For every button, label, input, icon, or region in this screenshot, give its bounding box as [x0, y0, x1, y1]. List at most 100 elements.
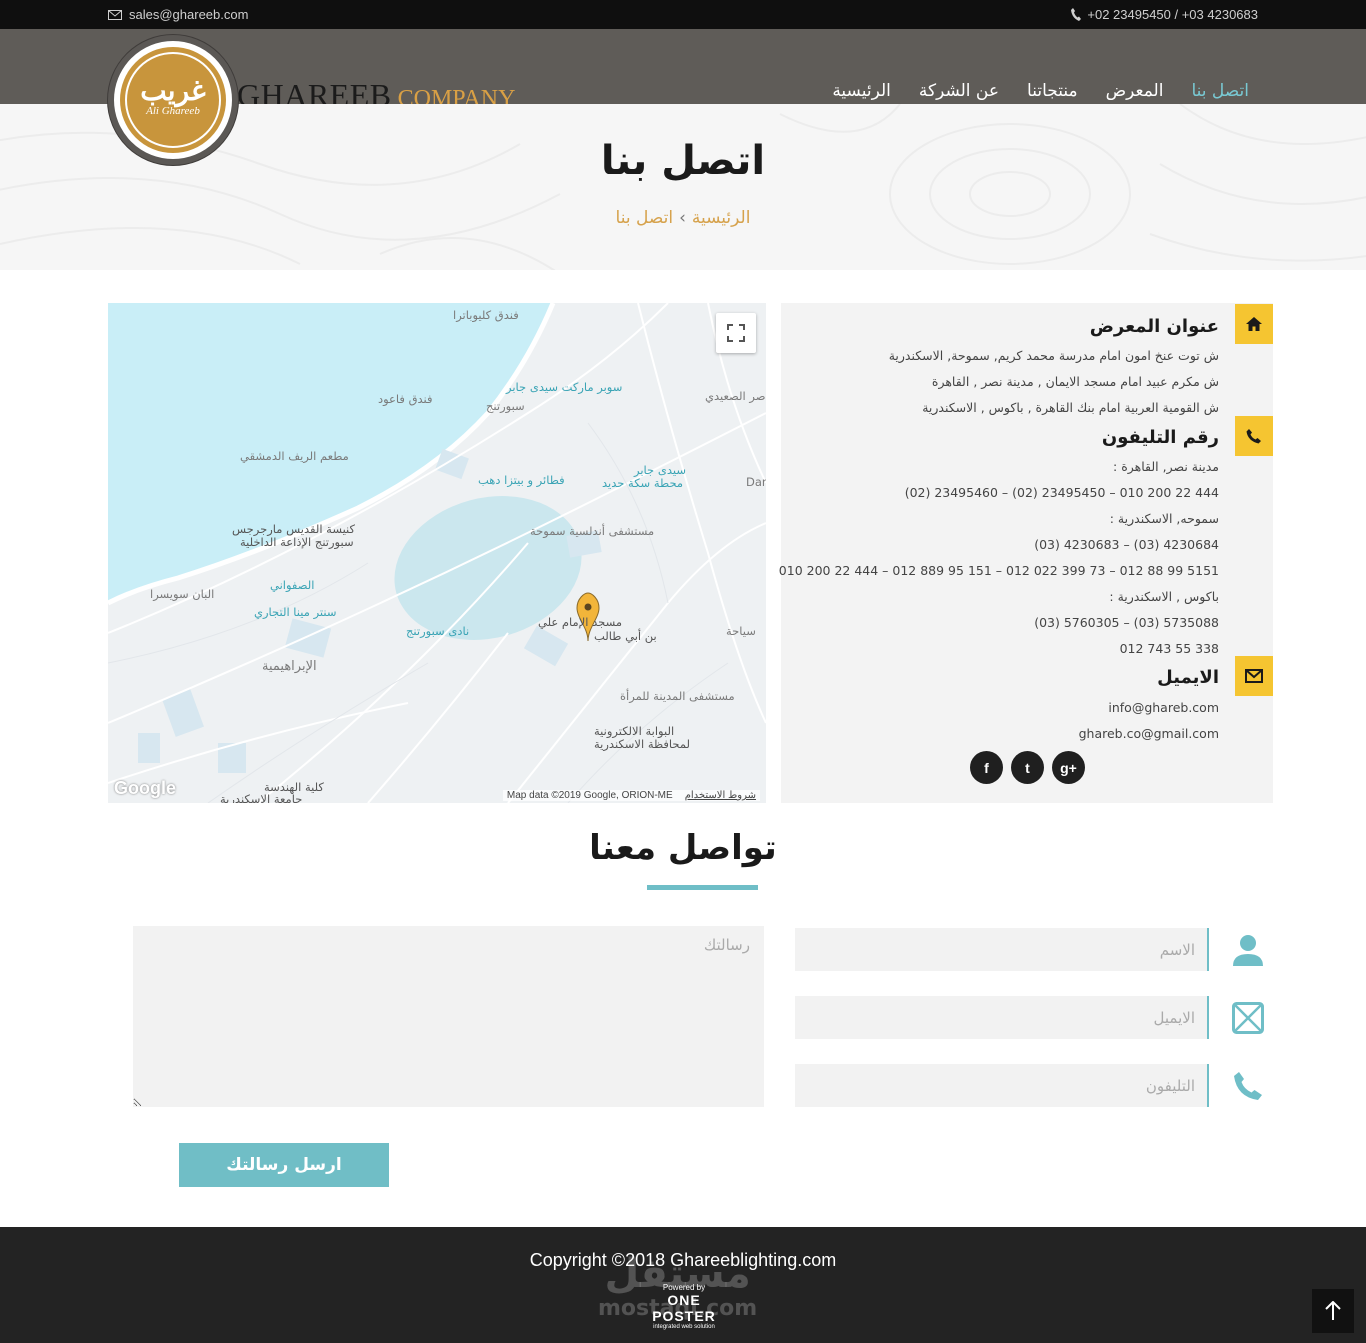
breadcrumb-separator: ›	[679, 208, 686, 228]
nav-gallery[interactable]: المعرض	[1106, 81, 1164, 101]
top-phone-text: +02 23495450 / +03 4230683	[1087, 7, 1258, 22]
email-title: الايميل	[1157, 667, 1219, 688]
top-phone: +02 23495450 / +03 4230683	[1071, 7, 1258, 22]
map-label: البان سويسرا	[150, 587, 215, 601]
social-links: f t g+	[970, 751, 1085, 784]
name-input[interactable]	[795, 928, 1207, 971]
phone-icon	[1071, 8, 1082, 21]
one-poster-tagline: integrated web solution	[653, 1324, 715, 1330]
top-email-text: sales@ghareeb.com	[129, 7, 249, 22]
phone-line: (02) 23495460 – (02) 23495450 – 010 200 …	[904, 485, 1219, 500]
logo-badge: غريب Ali Ghareeb	[120, 47, 226, 153]
map-label: جامعة الاسكندرية	[220, 792, 303, 803]
map-label: سياحة	[726, 624, 756, 638]
email-field[interactable]	[795, 996, 1209, 1039]
address-line: ش القومية العربية امام بنك القاهرة , باك…	[922, 400, 1219, 415]
footer: مستقل mostaql.com Copyright ©2018 Gharee…	[0, 1227, 1366, 1343]
phone-input[interactable]	[795, 1064, 1207, 1107]
map-label: صر الصعيدي	[705, 389, 766, 403]
copyright: Copyright ©2018 Ghareeblighting.com	[529, 1250, 837, 1270]
address-line: ش مكرم عبيد امام مسجد الايمان , مدينة نص…	[931, 374, 1219, 389]
breadcrumb-current: اتصل بنا	[615, 208, 674, 228]
one-poster-logo: ONE POSTER	[652, 1292, 716, 1324]
phone-icon-box	[1235, 416, 1273, 456]
google-plus-icon[interactable]: g+	[1052, 751, 1085, 784]
breadcrumb-home[interactable]: الرئيسية	[692, 208, 751, 228]
email-input[interactable]	[795, 996, 1207, 1039]
message-textarea[interactable]	[133, 926, 764, 1107]
email-line[interactable]: info@ghareb.com	[1108, 700, 1219, 715]
mail-icon	[1230, 1000, 1266, 1036]
map-label: Dar	[746, 475, 766, 489]
map-label: سنتر مينا التجاري	[254, 605, 337, 619]
map-label: مستشفى المدينة للمرأة	[620, 689, 735, 703]
map-label: البوابة الالكترونية	[594, 724, 675, 738]
phone-line: سموحه, الاسكندرية :	[1109, 511, 1219, 526]
map-label: لمحافظة الاسكندرية	[594, 737, 690, 751]
email-icon-box	[1235, 656, 1273, 696]
phone-line: (03) 4230683 – (03) 4230684	[1034, 537, 1219, 552]
powered-by-label: Powered by	[662, 1283, 706, 1292]
email-line[interactable]: ghareb.co@gmail.com	[1079, 726, 1219, 741]
phone-line: 010 200 22 444 – 012 889 95 151 – 012 02…	[778, 563, 1219, 578]
phone-field-icon	[1230, 1068, 1266, 1104]
top-bar: sales@ghareeb.com +02 23495450 / +03 423…	[0, 0, 1366, 29]
map-label: بن أبي طالب	[594, 629, 657, 643]
map-label: سوبر ماركت سيدى جابر	[506, 380, 623, 394]
twitter-icon[interactable]: t	[1011, 751, 1044, 784]
fullscreen-button[interactable]	[716, 313, 756, 353]
phone-field[interactable]	[795, 1064, 1209, 1107]
map-label: كنيسة القديس مارجرجس	[232, 522, 356, 536]
nav-home[interactable]: الرئيسية	[832, 81, 891, 101]
map-label: فندق فاعود	[378, 392, 433, 406]
map-label: فندق كليوباترا	[453, 308, 519, 322]
phone-line: باكوس , الاسكندرية :	[1109, 589, 1219, 604]
logo-english: Ali Ghareeb	[146, 104, 200, 117]
map-label: سبورتنج الإذاعة الداخلية	[240, 535, 354, 549]
logo[interactable]: غريب Ali Ghareeb	[108, 35, 238, 165]
map-data-credit: Map data ©2019 Google, ORION-ME	[506, 790, 673, 801]
phone-icon	[1246, 429, 1261, 444]
map-attribution: Map data ©2019 Google, ORION-ME شروط الا…	[502, 790, 760, 801]
name-field[interactable]	[795, 928, 1209, 971]
fullscreen-icon	[727, 324, 745, 342]
breadcrumb: الرئيسية ›اتصل بنا	[0, 208, 1366, 228]
map-label: محطة سكة حديد	[602, 476, 684, 490]
user-icon	[1230, 932, 1266, 968]
map-label: نادى سبورتنج	[406, 624, 470, 638]
map-label: مطعم الريف الدمشقي	[240, 449, 349, 463]
contact-form-title: تواصل معنا	[589, 828, 777, 868]
map-label: سبورتنج	[486, 399, 525, 413]
map-label: سيدى جابر	[634, 463, 686, 477]
nav-about[interactable]: عن الشركة	[919, 81, 999, 101]
map-label: مستشفى أندلسية سموحة	[530, 524, 655, 538]
google-logo: Google	[114, 778, 176, 798]
address-line: ش توت عنخ امون امام مدرسة محمد كريم, سمو…	[888, 348, 1219, 363]
top-email[interactable]: sales@ghareeb.com	[108, 7, 248, 22]
google-map[interactable]: فندق كليوباترا سوبر ماركت سيدى جابر سبور…	[108, 303, 766, 803]
phone-line: (03) 5760305 – (03) 5735088	[1034, 615, 1219, 630]
title-underline	[647, 885, 758, 890]
envelope-icon	[108, 9, 122, 20]
map-label: الصفواني	[270, 578, 315, 592]
home-icon	[1246, 317, 1262, 331]
phone-title: رقم التليفون	[1101, 427, 1219, 448]
send-message-button[interactable]: ارسل رسالتك	[179, 1143, 389, 1187]
contact-info-panel: عنوان المعرض ش توت عنخ امون امام مدرسة م…	[778, 303, 1273, 803]
back-to-top-button[interactable]	[1312, 1289, 1354, 1333]
map-label: فطائر و بيتزا دهب	[478, 473, 565, 487]
map-label: الإبراهيمية	[262, 659, 317, 674]
address-title: عنوان المعرض	[1089, 316, 1219, 337]
nav-products[interactable]: منتجاتنا	[1027, 81, 1078, 101]
phone-line: 012 743 55 338	[1119, 641, 1219, 656]
message-field[interactable]	[133, 926, 764, 1107]
facebook-icon[interactable]: f	[970, 751, 1003, 784]
powered-by[interactable]: Powered by ONE POSTER integrated web sol…	[634, 1283, 734, 1330]
phone-line: مدينة نصر, القاهرة :	[1113, 459, 1219, 474]
logo-arabic: غريب	[140, 73, 206, 107]
nav-contact[interactable]: اتصل بنا	[1191, 81, 1249, 101]
map-terms-link[interactable]: شروط الاستخدام	[685, 790, 756, 801]
envelope-icon	[1245, 669, 1263, 683]
arrow-up-icon	[1325, 1301, 1341, 1320]
main-nav: الرئيسية عن الشركة منتجاتنا المعرض اتصل …	[832, 81, 1249, 101]
